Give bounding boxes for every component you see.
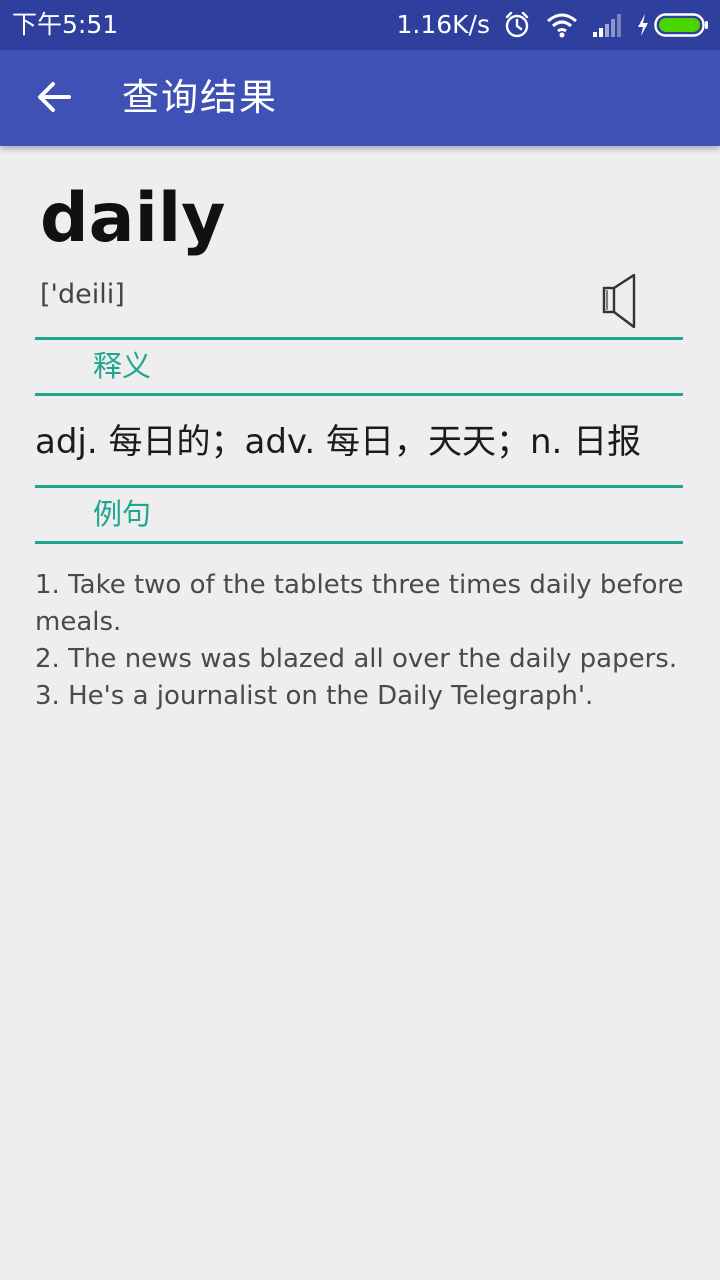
definition-text: adj. 每日的；adv. 每日，天天；n. 日报 — [35, 422, 642, 462]
wifi-icon — [546, 12, 578, 38]
alarm-icon — [504, 11, 530, 39]
divider — [35, 337, 683, 340]
example-sentence: 3. He's a journalist on the Daily Telegr… — [35, 681, 594, 711]
examples-section-label: 例句 — [93, 497, 152, 531]
divider — [35, 485, 683, 488]
battery-icon — [654, 12, 710, 38]
divider — [35, 541, 683, 544]
status-bar: 下午5:51 1.16K/s — [0, 0, 720, 50]
status-time: 下午5:51 — [12, 10, 119, 39]
example-sentences: 1. Take two of the tablets three times d… — [35, 567, 685, 715]
status-indicators: 1.16K/s — [396, 8, 710, 42]
speaker-icon — [598, 273, 646, 338]
back-button[interactable] — [28, 73, 80, 125]
divider — [35, 393, 683, 396]
charging-icon — [636, 13, 650, 37]
app-bar: 查询结果 — [0, 50, 720, 146]
page-title: 查询结果 — [122, 76, 278, 119]
headword: daily — [40, 179, 226, 258]
pronounce-button[interactable] — [598, 270, 646, 334]
definition-section-label: 释义 — [93, 349, 152, 383]
arrow-left-icon — [36, 79, 72, 119]
example-sentence: 2. The news was blazed all over the dail… — [35, 644, 678, 674]
network-speed: 1.16K/s — [396, 10, 490, 39]
example-sentence: 1. Take two of the tablets three times d… — [35, 570, 684, 637]
signal-icon — [592, 12, 624, 38]
phonetic-transcription: ['deili] — [40, 279, 125, 310]
